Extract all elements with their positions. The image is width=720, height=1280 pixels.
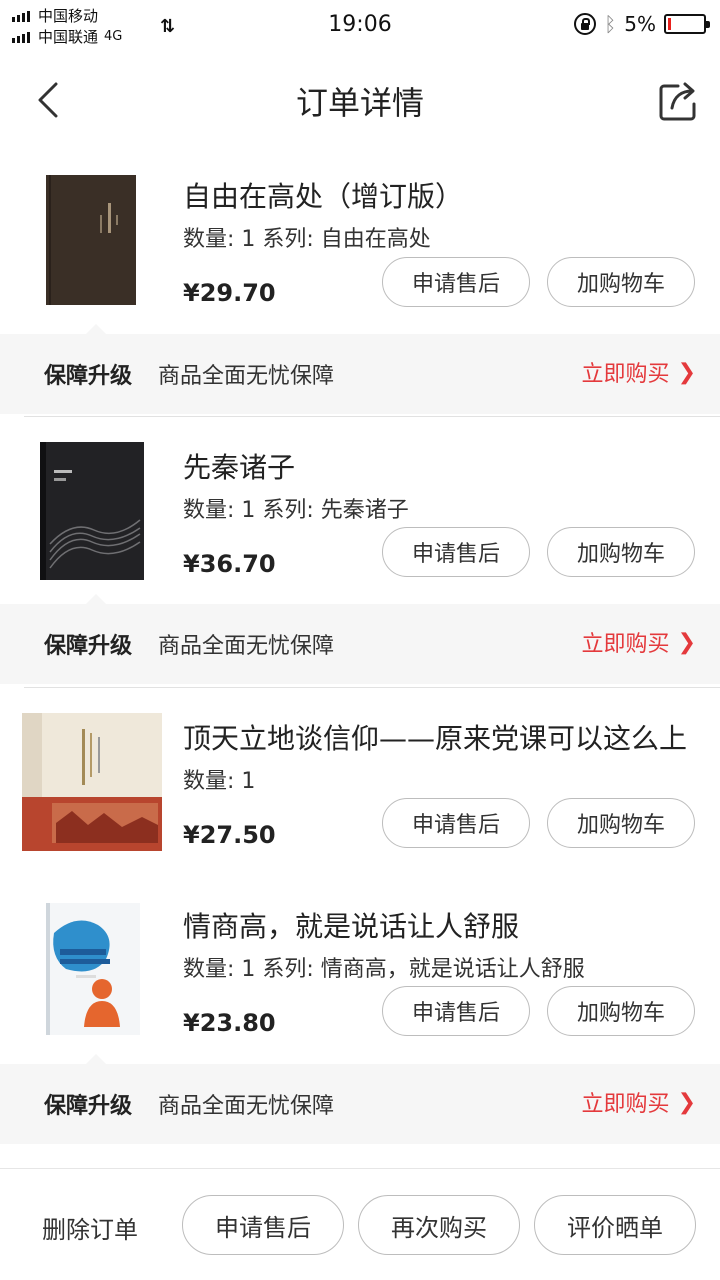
status-bar: 中国移动 中国联通 4G ⇅ 19:06 ᛒ 5% (0, 0, 720, 50)
delete-order-button[interactable]: 删除订单 (42, 1210, 138, 1245)
notch (86, 324, 106, 334)
buy-now-link[interactable]: 立即购买 ❯ (582, 626, 696, 658)
buy-now-link[interactable]: 立即购买 ❯ (582, 1086, 696, 1118)
page-title: 订单详情 (295, 84, 424, 122)
item-quantity: 数量: 1 系列: 情商高，就是说话让人舒服 (183, 957, 585, 982)
after-sale-button[interactable]: 申请售后 (382, 798, 530, 848)
item-title[interactable]: 情商高，就是说话让人舒服 (183, 905, 519, 945)
guarantee-row: 保障升级 商品全面无忧保障 立即购买 ❯ (0, 324, 720, 414)
battery-level-fill (668, 18, 671, 30)
item-price: ¥29.70 (183, 279, 276, 307)
share-icon[interactable] (658, 80, 700, 122)
item-quantity: 数量: 1 系列: 自由在高处 (183, 227, 431, 252)
notch (86, 594, 106, 604)
item-quantity: 数量: 1 系列: 先秦诸子 (183, 498, 409, 523)
buy-now-label: 立即购买 (581, 362, 670, 387)
item-title[interactable]: 先秦诸子 (183, 446, 295, 486)
rebuy-button[interactable]: 再次购买 (358, 1195, 520, 1255)
guarantee-row: 保障升级 商品全面无忧保障 立即购买 ❯ (0, 1054, 720, 1144)
item-price: ¥23.80 (183, 1009, 276, 1037)
item-title[interactable]: 顶天立地谈信仰——原来党课可以这么上 (183, 717, 687, 757)
after-sale-button[interactable]: 申请售后 (382, 257, 530, 307)
chevron-right-icon: ❯ (677, 629, 696, 655)
status-icons: ᛒ 5% (574, 12, 710, 36)
chevron-right-icon: ❯ (677, 359, 696, 385)
item-title[interactable]: 自由在高处（增订版） (183, 175, 463, 215)
battery-percent: 5% (624, 12, 656, 36)
guarantee-label: 保障升级 (44, 364, 133, 389)
item-price: ¥27.50 (183, 821, 276, 849)
bottom-action-bar: 删除订单 申请售后 再次购买 评价晒单 (0, 1168, 720, 1280)
notch (86, 1054, 106, 1064)
book-cover-image (46, 903, 140, 1035)
order-item[interactable]: 情商高，就是说话让人舒服 数量: 1 系列: 情商高，就是说话让人舒服 ¥23.… (0, 895, 720, 1075)
battery-icon (664, 14, 710, 34)
buy-now-label: 立即购买 (581, 1092, 670, 1117)
bluetooth-icon: ᛒ (604, 12, 617, 36)
book-cover-image (40, 442, 144, 580)
divider (24, 687, 720, 688)
add-to-cart-button[interactable]: 加购物车 (547, 527, 695, 577)
guarantee-description: 商品全面无忧保障 (158, 1094, 335, 1119)
after-sale-button[interactable]: 申请售后 (382, 986, 530, 1036)
after-sale-button[interactable]: 申请售后 (182, 1195, 344, 1255)
guarantee-row: 保障升级 商品全面无忧保障 立即购买 ❯ (0, 594, 720, 684)
guarantee-label: 保障升级 (44, 634, 133, 659)
guarantee-description: 商品全面无忧保障 (158, 364, 335, 389)
order-item[interactable]: 先秦诸子 数量: 1 系列: 先秦诸子 ¥36.70 申请售后 加购物车 (0, 436, 720, 616)
buy-now-link[interactable]: 立即购买 ❯ (582, 356, 696, 388)
rotation-lock-icon (574, 13, 597, 35)
add-to-cart-button[interactable]: 加购物车 (547, 798, 695, 848)
order-item[interactable]: 自由在高处（增订版） 数量: 1 系列: 自由在高处 ¥29.70 申请售后 加… (0, 165, 720, 345)
add-to-cart-button[interactable]: 加购物车 (547, 986, 695, 1036)
item-price: ¥36.70 (183, 550, 276, 578)
guarantee-label: 保障升级 (44, 1094, 133, 1119)
add-to-cart-button[interactable]: 加购物车 (547, 257, 695, 307)
order-item[interactable]: 顶天立地谈信仰——原来党课可以这么上 数量: 1 ¥27.50 申请售后 加购物… (0, 707, 720, 887)
book-cover-image (46, 175, 136, 305)
review-button[interactable]: 评价晒单 (534, 1195, 696, 1255)
buy-now-label: 立即购买 (581, 632, 670, 657)
nav-bar: 订单详情 (0, 50, 720, 150)
item-quantity: 数量: 1 (183, 769, 256, 794)
after-sale-button[interactable]: 申请售后 (382, 527, 530, 577)
book-cover-image (22, 713, 162, 851)
guarantee-description: 商品全面无忧保障 (158, 634, 335, 659)
chevron-right-icon: ❯ (677, 1089, 696, 1115)
divider (24, 416, 720, 417)
